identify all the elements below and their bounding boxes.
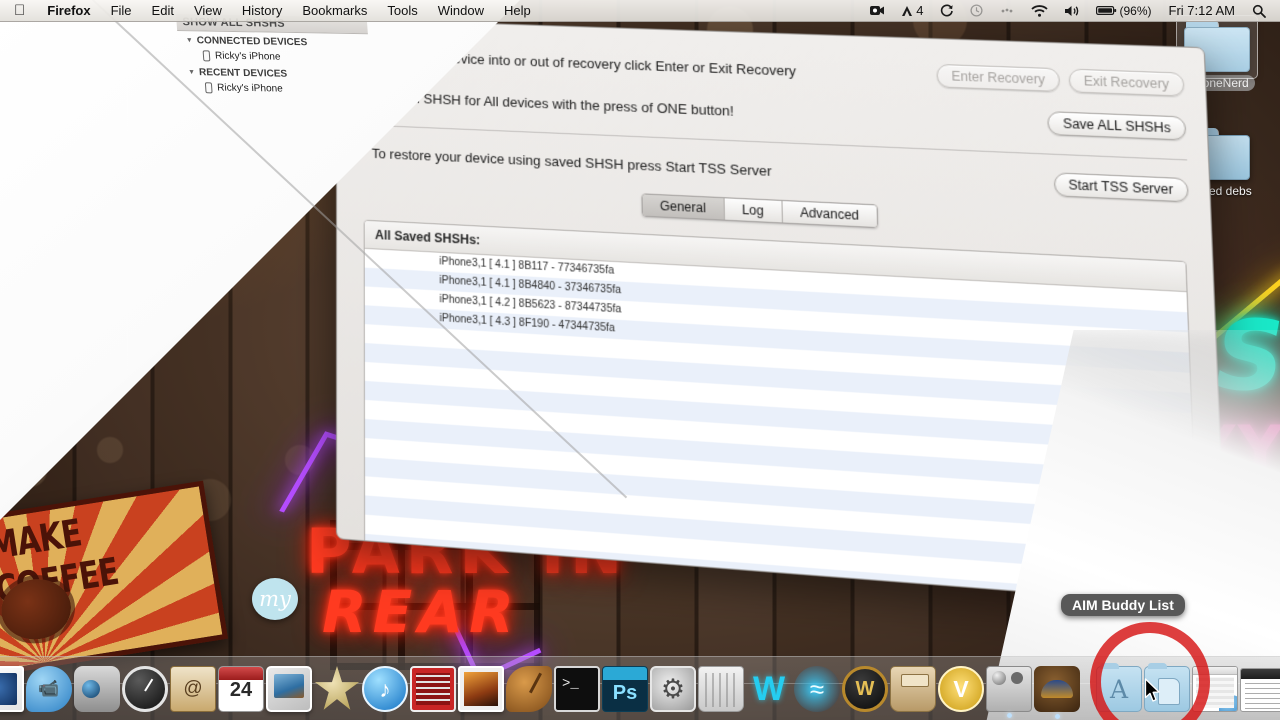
apple-menu-icon[interactable]:  (0, 0, 37, 22)
sidebar-item-label: Ricky's iPhone (216, 82, 284, 95)
dock-item-word[interactable] (746, 666, 792, 712)
dock-item-itunes[interactable] (362, 666, 408, 712)
dock-item-photoshop[interactable] (602, 666, 648, 712)
dock-item-ical[interactable] (218, 666, 264, 712)
dock-item-quicktime[interactable] (986, 666, 1032, 718)
dock-item-preview[interactable] (458, 666, 504, 712)
running-indicator (1007, 713, 1012, 718)
dock-item-minimized-firefox-window[interactable] (1240, 668, 1280, 712)
speaker-icon[interactable] (1056, 5, 1088, 17)
iphone-icon (204, 82, 213, 94)
dock-item-bag[interactable] (890, 666, 936, 712)
menu-bar-clock[interactable]: Fri 7:12 AM (1160, 3, 1244, 18)
dock-item-terminal[interactable] (554, 666, 600, 712)
dock-item-system-preferences[interactable] (650, 666, 696, 712)
enter-recovery-button[interactable]: Enter Recovery (936, 63, 1061, 93)
menu-item-bookmarks[interactable]: Bookmarks (292, 0, 377, 22)
dock-item-address-book[interactable] (170, 666, 216, 712)
dock-item-world-of-warcraft[interactable] (842, 666, 888, 712)
dock-item-vlc[interactable] (938, 666, 984, 712)
mouse-cursor (1144, 678, 1160, 702)
app-count-label: 4 (916, 2, 924, 18)
chevron-down-icon: ▼ (185, 37, 194, 45)
clock-icon[interactable] (962, 4, 991, 17)
menu-item-edit[interactable]: Edit (142, 0, 184, 22)
save-all-shshs-button[interactable]: Save ALL SHSHs (1047, 111, 1187, 141)
dock-item-fish[interactable] (794, 666, 840, 712)
dock-item-mail[interactable] (0, 666, 24, 712)
ichat-badge-icon (1218, 694, 1237, 711)
search-icon[interactable] (1244, 4, 1274, 18)
video-camera-icon[interactable] (862, 5, 893, 16)
sidebar-group-label: RECENT DEVICES (198, 67, 288, 80)
menu-item-view[interactable]: View (184, 0, 232, 22)
desktop-screen: DUMBASS Californian Design MAKE COFFEE m… (0, 0, 1280, 720)
tab-advanced[interactable]: Advanced (782, 200, 878, 228)
menu-item-help[interactable]: Help (494, 0, 541, 22)
dots-icon[interactable] (991, 7, 1023, 15)
menu-item-tools[interactable]: Tools (377, 0, 427, 22)
menu-bar-left:  Firefox File Edit View History Bookmar… (0, 0, 541, 22)
dock-item-ichat[interactable] (26, 666, 72, 712)
dock-item-dvd-player[interactable] (410, 666, 456, 712)
dock-item-trash[interactable] (698, 666, 744, 712)
tab-strip: General Log Advanced (641, 193, 879, 229)
dock-item-facetime[interactable] (74, 666, 120, 712)
menu-bar-status-area: 4 (96%) Fri 7:12 AM (862, 0, 1280, 22)
dock-tooltip: AIM Buddy List (1061, 594, 1185, 616)
tab-log[interactable]: Log (724, 198, 783, 223)
saved-shsh-panel: All Saved SHSHs: iPhone3,1 [ 4.1 ] 8B117… (363, 219, 1201, 608)
tab-general[interactable]: General (642, 194, 725, 220)
menu-item-window[interactable]: Window (428, 0, 494, 22)
running-indicator (1055, 714, 1060, 719)
iphone-icon (202, 50, 211, 62)
sidebar-group-label: CONNECTED DEVICES (196, 35, 308, 49)
dock-item-garageband[interactable] (506, 666, 552, 712)
dock (0, 656, 1280, 720)
window-preview-lines (1245, 683, 1280, 709)
wifi-icon[interactable] (1023, 4, 1056, 17)
battery-icon[interactable]: (96%) (1088, 0, 1160, 22)
menu-item-firefox[interactable]: Firefox (37, 0, 100, 22)
menu-item-history[interactable]: History (232, 0, 292, 22)
start-tss-server-button[interactable]: Start TSS Server (1053, 171, 1189, 202)
refresh-icon[interactable] (932, 4, 962, 17)
device-sidebar[interactable]: SHOW ALL SHSHS ▼ CONNECTED DEVICES Ricky… (176, 14, 372, 98)
dock-item-imovie[interactable] (314, 666, 360, 710)
menu-bar:  Firefox File Edit View History Bookmar… (0, 0, 1280, 22)
exit-recovery-button[interactable]: Exit Recovery (1068, 68, 1185, 97)
sticker-my: my (252, 578, 298, 620)
battery-percent-label: (96%) (1119, 3, 1152, 18)
dock-item-iphoto[interactable] (266, 666, 312, 712)
sidebar-item-label: Ricky's iPhone (214, 50, 281, 63)
menu-item-file[interactable]: File (101, 0, 142, 22)
chevron-down-icon: ▼ (187, 69, 196, 77)
dock-item-cydia[interactable] (1034, 666, 1080, 719)
dock-item-dashboard[interactable] (122, 666, 168, 712)
tinyumbrella-window[interactable]: To kick your device into or out of recov… (336, 18, 1228, 608)
a-logo-icon[interactable]: 4 (893, 0, 931, 22)
